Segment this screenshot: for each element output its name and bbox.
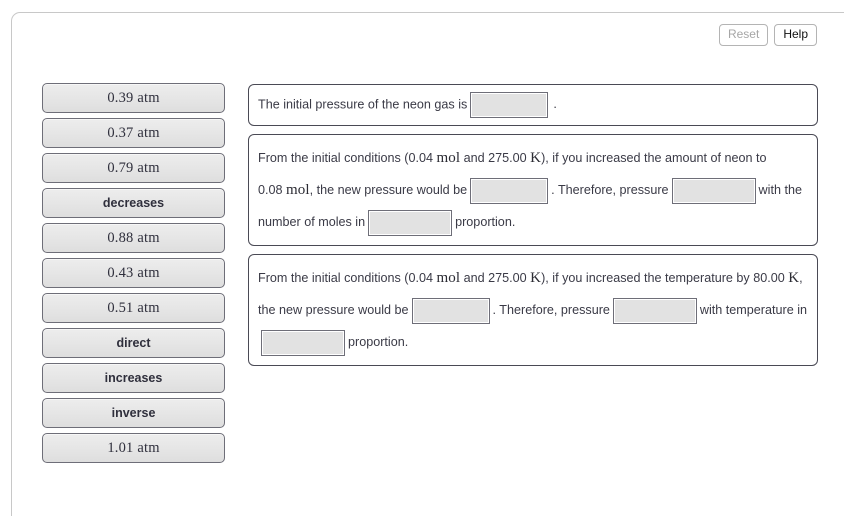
statement-1-text-after: . — [553, 97, 557, 112]
statement-3-text-5: . Therefore, pressure — [492, 303, 610, 317]
statement-panel-2: From the initial conditions (0.04 mol an… — [248, 134, 818, 246]
unit-kelvin: K — [788, 270, 800, 286]
statement-3-text-1: From the initial conditions (0.04 — [258, 271, 433, 285]
statement-1-body: The initial pressure of the neon gas is. — [258, 92, 808, 118]
drop-blank-proportion-temp[interactable] — [261, 329, 345, 356]
unit-mol: mol — [436, 270, 461, 286]
unit-kelvin: K — [530, 150, 542, 166]
answer-tile[interactable]: 0.79 atm — [42, 153, 225, 183]
answer-tile-label: increases — [104, 371, 163, 385]
answer-tile-label: direct — [116, 336, 151, 350]
answer-tile[interactable]: direct — [42, 328, 225, 358]
statement-2-text-1: From the initial conditions (0.04 — [258, 151, 433, 165]
answer-tile[interactable]: 1.01 atm — [42, 433, 225, 463]
answer-tile-label: 0.79 atm — [107, 160, 160, 176]
statement-1-text-before: The initial pressure of the neon gas is — [258, 97, 468, 112]
answer-tile-label: 0.51 atm — [107, 300, 160, 316]
statement-list: The initial pressure of the neon gas is.… — [248, 84, 818, 374]
statement-2-text-7: proportion. — [455, 215, 516, 229]
statement-3-text-2: and 275.00 — [463, 271, 527, 285]
statement-2-text-5: . Therefore, pressure — [551, 183, 669, 197]
answer-tile[interactable]: 0.51 atm — [42, 293, 225, 323]
drop-blank-trend-temp[interactable] — [612, 297, 697, 324]
answer-tile[interactable]: 0.37 atm — [42, 118, 225, 148]
statement-2-body: From the initial conditions (0.04 mol an… — [258, 142, 808, 238]
drop-blank-trend-moles[interactable] — [671, 177, 756, 204]
answer-tile-label: 0.88 atm — [107, 230, 160, 246]
statement-3-text-6: with temperature in — [699, 303, 808, 317]
reset-button[interactable]: Reset — [718, 24, 769, 46]
help-button[interactable]: Help — [774, 24, 817, 46]
app-root: Reset Help 0.39 atm 0.37 atm 0.79 atm de… — [0, 0, 844, 516]
unit-kelvin: K — [530, 270, 542, 286]
drop-blank-new-pressure-moles[interactable] — [470, 177, 549, 204]
answer-tile-label: 1.01 atm — [107, 440, 160, 456]
unit-mol: mol — [286, 182, 310, 198]
statement-2-text-2: and 275.00 — [463, 151, 527, 165]
toolbar: Reset Help — [718, 24, 817, 46]
statement-3-text-3: ), if you increased the temperature by 8… — [541, 271, 785, 285]
answer-tile[interactable]: increases — [42, 363, 225, 393]
answer-tile[interactable]: 0.88 atm — [42, 223, 225, 253]
answer-tile[interactable]: 0.39 atm — [42, 83, 225, 113]
drop-blank-new-pressure-temp[interactable] — [411, 297, 490, 324]
answer-tile-list: 0.39 atm 0.37 atm 0.79 atm decreases 0.8… — [42, 83, 225, 463]
answer-tile[interactable]: 0.43 atm — [42, 258, 225, 288]
drop-blank-proportion-moles[interactable] — [368, 209, 453, 236]
statement-3-body: From the initial conditions (0.04 mol an… — [258, 262, 808, 358]
statement-2-text-4: , the new pressure would be — [309, 183, 468, 197]
drop-blank-initial-pressure[interactable] — [470, 92, 549, 118]
answer-tile-label: 0.43 atm — [107, 265, 160, 281]
answer-tile-label: decreases — [102, 196, 165, 210]
unit-mol: mol — [436, 150, 461, 166]
statement-3-text-7: proportion. — [348, 335, 409, 349]
statement-panel-3: From the initial conditions (0.04 mol an… — [248, 254, 818, 366]
answer-tile[interactable]: decreases — [42, 188, 225, 218]
answer-tile-label: 0.39 atm — [107, 90, 160, 106]
answer-tile-label: inverse — [111, 406, 156, 420]
answer-tile-label: 0.37 atm — [107, 125, 160, 141]
answer-tile[interactable]: inverse — [42, 398, 225, 428]
statement-panel-1: The initial pressure of the neon gas is. — [248, 84, 818, 126]
